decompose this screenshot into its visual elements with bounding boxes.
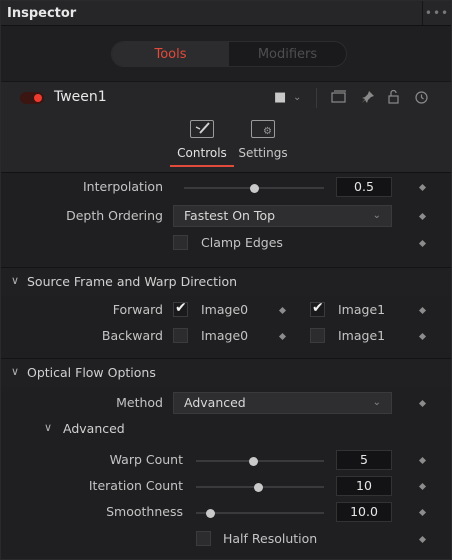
depth-ordering-label: Depth Ordering — [66, 208, 163, 223]
ellipsis-icon[interactable]: ••• — [422, 1, 451, 25]
keyframe-diamond-icon[interactable] — [418, 535, 427, 544]
node-name: Tween1 — [54, 89, 107, 105]
title-bar: Inspector ••• — [1, 1, 451, 26]
section-source-frame[interactable]: ∨ Source Frame and Warp Direction — [1, 267, 451, 296]
forward-image1-label: Image1 — [338, 302, 386, 317]
keyframe-diamond-icon[interactable] — [418, 239, 427, 248]
subsection-advanced[interactable]: ∨ Advanced — [1, 421, 451, 439]
subsection-advanced-title: Advanced — [63, 421, 125, 436]
interpolation-slider-knob[interactable] — [250, 183, 259, 193]
keyframe-diamond-icon[interactable] — [418, 332, 427, 341]
method-value: Advanced — [184, 395, 246, 410]
forward-label: Forward — [112, 302, 163, 317]
keyframe-diamond-icon[interactable] — [418, 183, 427, 192]
section-optical-flow-title: Optical Flow Options — [27, 365, 156, 380]
iteration-count-slider-knob[interactable] — [254, 482, 263, 492]
smoothness-slider-knob[interactable] — [206, 508, 215, 518]
warp-count-value-field[interactable]: 5 — [336, 450, 392, 470]
section-optical-flow[interactable]: ∨ Optical Flow Options — [1, 358, 451, 387]
keyframe-diamond-icon[interactable] — [418, 306, 427, 315]
node-header: Tween1 ■ ⌄ — [1, 81, 451, 115]
keyframe-diamond-icon[interactable] — [418, 212, 427, 221]
active-tab-indicator — [170, 165, 234, 167]
window-title: Inspector — [7, 5, 77, 21]
tab-settings[interactable]: ⚙ Settings — [227, 114, 299, 172]
modifiers-tab[interactable]: Modifiers — [229, 42, 346, 66]
backward-image0-checkbox[interactable] — [173, 328, 188, 343]
chevron-down-icon: ⌄ — [372, 397, 381, 408]
backward-image1-label: Image1 — [338, 328, 386, 343]
half-resolution-label: Half Resolution — [223, 531, 318, 546]
keyframe-diamond-icon[interactable] — [418, 456, 427, 465]
tools-tab[interactable]: Tools — [112, 42, 229, 66]
forward-image0-label: Image0 — [201, 302, 249, 317]
backward-image0-label: Image0 — [201, 328, 249, 343]
method-label: Method — [116, 395, 163, 410]
interpolation-value-field[interactable]: 0.5 — [336, 177, 392, 197]
section-source-frame-title: Source Frame and Warp Direction — [27, 274, 238, 289]
smoothness-value-field[interactable]: 10.0 — [336, 502, 392, 522]
keyframe-diamond-icon[interactable] — [418, 482, 427, 491]
smoothness-slider[interactable] — [196, 508, 324, 518]
clamp-edges-label: Clamp Edges — [201, 235, 283, 250]
divider — [316, 88, 317, 108]
chevron-down-icon: ∨ — [11, 274, 20, 287]
method-dropdown[interactable]: Advanced ⌄ — [173, 392, 392, 414]
warp-count-label: Warp Count — [109, 452, 183, 467]
tools-modifiers-toggle: Tools Modifiers — [111, 41, 347, 67]
inspector-tabs: Controls ⚙ Settings — [1, 114, 451, 173]
depth-ordering-dropdown[interactable]: Fastest On Top ⌄ — [173, 205, 392, 227]
warp-count-slider-knob[interactable] — [249, 456, 258, 466]
smoothness-label: Smoothness — [106, 504, 183, 519]
controls-icon — [190, 120, 214, 138]
chevron-down-icon: ∨ — [11, 365, 20, 378]
warp-count-slider[interactable] — [196, 456, 324, 466]
clamp-edges-checkbox[interactable] — [173, 235, 188, 250]
forward-image1-checkbox[interactable] — [310, 300, 325, 317]
keyframe-diamond-icon[interactable] — [418, 508, 427, 517]
keyframe-diamond-icon[interactable] — [278, 306, 287, 315]
chevron-down-icon: ∨ — [44, 421, 53, 434]
chevron-down-icon[interactable]: ⌄ — [293, 92, 301, 103]
keyframe-diamond-icon[interactable] — [418, 399, 427, 408]
color-swatch-icon[interactable]: ■ — [274, 90, 286, 105]
versions-icon[interactable] — [331, 90, 347, 108]
settings-icon: ⚙ — [251, 120, 275, 138]
half-resolution-checkbox[interactable] — [196, 531, 211, 546]
interpolation-label: Interpolation — [83, 179, 163, 194]
pin-icon[interactable] — [361, 90, 375, 108]
chevron-down-icon: ⌄ — [372, 210, 381, 221]
keyframe-diamond-icon[interactable] — [278, 332, 287, 341]
iteration-count-label: Iteration Count — [88, 478, 183, 493]
tab-settings-label: Settings — [238, 146, 288, 160]
backward-label: Backward — [101, 328, 163, 343]
reset-icon[interactable] — [414, 90, 429, 109]
lock-icon[interactable] — [387, 89, 400, 108]
node-enable-toggle[interactable] — [20, 92, 44, 104]
depth-ordering-value: Fastest On Top — [184, 208, 276, 223]
inspector-panel: Inspector ••• Tools Modifiers Tween1 ■ ⌄… — [0, 0, 452, 560]
iteration-count-slider[interactable] — [196, 482, 324, 492]
interpolation-slider[interactable] — [184, 183, 324, 193]
iteration-count-value-field[interactable]: 10 — [336, 476, 392, 496]
backward-image1-checkbox[interactable] — [310, 328, 325, 343]
forward-image0-checkbox[interactable] — [173, 300, 188, 317]
